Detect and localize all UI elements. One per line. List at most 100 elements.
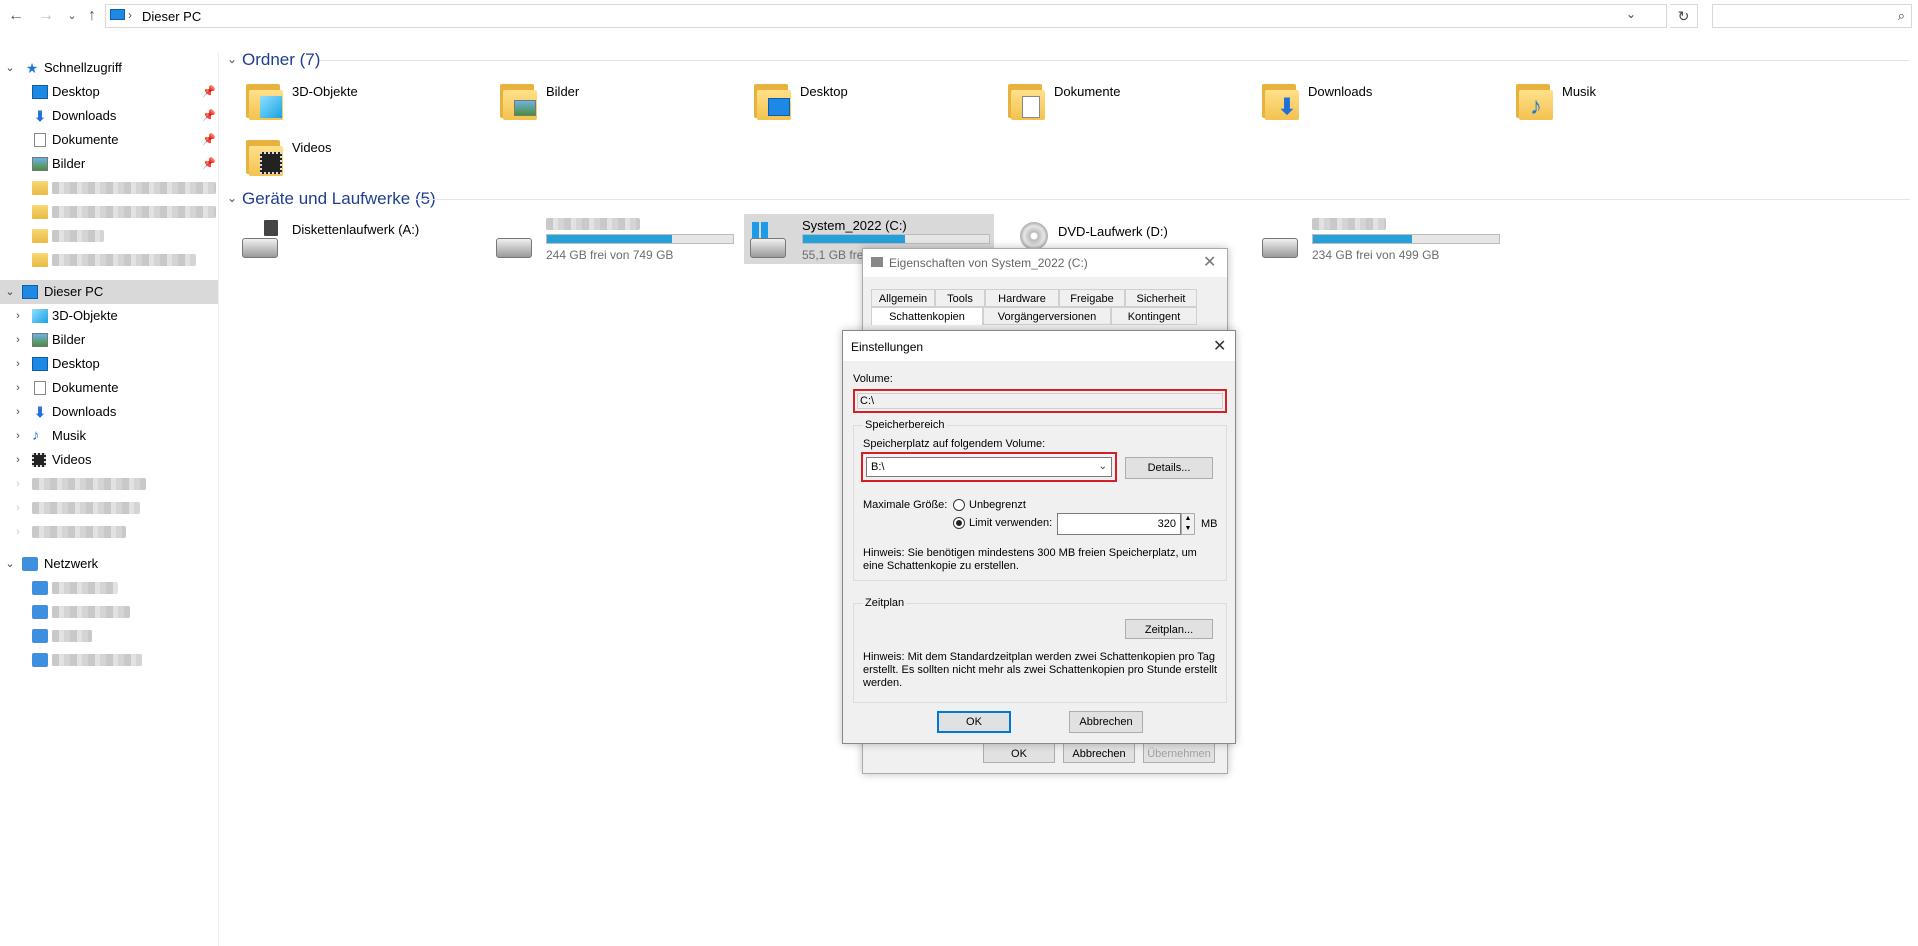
settings-cancel-button[interactable]: Abbrechen xyxy=(1069,711,1143,733)
tab-quota[interactable]: Kontingent xyxy=(1111,307,1197,325)
sidebar-item-downloads-pc[interactable]: › ⬇ Downloads xyxy=(0,400,218,424)
hard-drive-icon xyxy=(750,238,786,258)
sidebar-item-label: Bilder xyxy=(52,156,86,171)
expand-chevron-icon[interactable]: › xyxy=(12,448,24,472)
details-button[interactable]: Details... xyxy=(1125,457,1213,479)
redacted-label xyxy=(52,182,216,194)
sidebar-item-network-redacted[interactable] xyxy=(0,576,218,600)
sidebar-item-network-redacted[interactable] xyxy=(0,648,218,672)
sidebar-item-network-redacted[interactable] xyxy=(0,600,218,624)
sidebar-item-redacted[interactable] xyxy=(0,248,218,272)
sidebar-item-this-pc[interactable]: ⌄ Dieser PC xyxy=(0,280,218,304)
close-icon[interactable]: ✕ xyxy=(1203,252,1216,272)
sidebar-item-documents[interactable]: Dokumente 📌 xyxy=(0,128,218,152)
folder-music-icon: ♪ xyxy=(1516,80,1553,120)
folders-section-header[interactable]: Ordner (7) xyxy=(242,50,320,70)
collapse-chevron-icon[interactable]: ⌄ xyxy=(227,52,237,66)
expand-chevron-icon[interactable]: › xyxy=(12,400,24,424)
title-bar: ← → ⌄ ↑ › Dieser PC ⌄ ↻ ⌕ xyxy=(0,0,1918,32)
sidebar-item-pictures[interactable]: Bilder 📌 xyxy=(0,152,218,176)
address-bar[interactable]: › Dieser PC ⌄ xyxy=(105,4,1667,28)
sidebar-item-videos[interactable]: › Videos xyxy=(0,448,218,472)
drive-usage-fill xyxy=(1313,235,1412,243)
tab-previous-versions[interactable]: Vorgängerversionen xyxy=(983,307,1111,325)
drives-section-header[interactable]: Geräte und Laufwerke (5) xyxy=(242,189,436,209)
address-dropdown-icon[interactable]: ⌄ xyxy=(1626,7,1636,21)
refresh-button[interactable]: ↻ xyxy=(1670,4,1698,28)
sidebar-item-downloads[interactable]: ⬇ Downloads 📌 xyxy=(0,104,218,128)
sidebar-item-3d-objects[interactable]: › 3D-Objekte xyxy=(0,304,218,328)
sidebar-item-network[interactable]: ⌄ Netzwerk xyxy=(0,552,218,576)
sidebar-item-label: Desktop xyxy=(52,84,100,99)
pin-icon: 📌 xyxy=(202,158,216,170)
sidebar-item-label: 3D-Objekte xyxy=(52,308,118,323)
properties-ok-button[interactable]: OK xyxy=(983,743,1055,763)
sidebar-item-label: Videos xyxy=(52,452,92,467)
sidebar-item-pictures-pc[interactable]: › Bilder xyxy=(0,328,218,352)
tab-sharing[interactable]: Freigabe xyxy=(1059,289,1125,307)
limit-value-input[interactable]: 320 xyxy=(1057,513,1181,535)
expand-chevron-icon[interactable]: › xyxy=(12,424,24,448)
tab-shadow-copies[interactable]: Schattenkopien xyxy=(871,307,983,325)
forward-button[interactable]: → xyxy=(36,6,56,26)
sidebar-item-redacted[interactable] xyxy=(0,200,218,224)
sidebar-item-documents-pc[interactable]: › Dokumente xyxy=(0,376,218,400)
drive-tile-redacted[interactable]: 234 GB frei von 499 GB xyxy=(1262,214,1502,262)
up-button[interactable]: ↑ xyxy=(82,6,102,26)
expand-chevron-icon[interactable]: › xyxy=(12,472,24,496)
sidebar-item-quick-access[interactable]: ⌄ ★ Schnellzugriff xyxy=(0,56,218,80)
settings-ok-button[interactable]: OK xyxy=(937,711,1011,733)
drive-tile-floppy[interactable]: Diskettenlaufwerk (A:) xyxy=(242,218,482,258)
limit-spinner[interactable]: ▲ ▼ xyxy=(1181,513,1195,535)
sidebar-item-music[interactable]: › ♪ Musik xyxy=(0,424,218,448)
sidebar-item-drive-redacted[interactable]: › xyxy=(0,496,218,520)
search-input[interactable]: ⌕ xyxy=(1712,4,1912,28)
spin-down-icon[interactable]: ▼ xyxy=(1182,524,1194,534)
folder-label: Desktop xyxy=(800,84,848,99)
music-icon: ♪ xyxy=(32,427,40,444)
recent-locations-button[interactable]: ⌄ xyxy=(62,6,82,26)
expand-chevron-icon[interactable]: › xyxy=(12,352,24,376)
sidebar-item-drive-redacted[interactable]: › xyxy=(0,520,218,544)
expand-chevron-icon[interactable]: › xyxy=(12,304,24,328)
spin-up-icon[interactable]: ▲ xyxy=(1182,514,1194,524)
sidebar-item-desktop-pc[interactable]: › Desktop xyxy=(0,352,218,376)
tab-security[interactable]: Sicherheit xyxy=(1125,289,1197,307)
volume-field: C:\ xyxy=(857,393,1223,409)
tab-tools[interactable]: Tools xyxy=(935,289,985,307)
tab-general[interactable]: Allgemein xyxy=(871,289,935,307)
expand-chevron-icon[interactable]: › xyxy=(12,496,24,520)
collapse-chevron-icon[interactable]: ⌄ xyxy=(227,191,237,205)
expand-chevron-icon[interactable]: › xyxy=(12,376,24,400)
sidebar-item-redacted[interactable] xyxy=(0,224,218,248)
folder-desktop-icon xyxy=(754,80,791,120)
use-limit-label: Limit verwenden: xyxy=(969,517,1053,529)
hard-drive-icon xyxy=(1262,238,1298,258)
breadcrumb-this-pc[interactable]: Dieser PC xyxy=(142,9,201,24)
dvd-disc-icon xyxy=(1020,222,1048,250)
storage-volume-value: B:\ xyxy=(871,461,885,473)
unlimited-radio[interactable] xyxy=(953,499,965,511)
properties-cancel-button[interactable]: Abbrechen xyxy=(1063,743,1135,763)
close-icon[interactable]: ✕ xyxy=(1213,336,1226,356)
properties-apply-button[interactable]: Übernehmen xyxy=(1143,743,1215,763)
sidebar-item-desktop[interactable]: Desktop 📌 xyxy=(0,80,218,104)
tab-hardware[interactable]: Hardware xyxy=(985,289,1059,307)
folder-label: Videos xyxy=(292,140,332,155)
expand-chevron-icon[interactable]: ⌄ xyxy=(4,552,16,576)
back-button[interactable]: ← xyxy=(6,6,26,26)
pin-icon: 📌 xyxy=(202,110,216,122)
redacted-label xyxy=(52,606,130,618)
sidebar-item-network-redacted[interactable] xyxy=(0,624,218,648)
sidebar-item-drive-redacted[interactable]: › xyxy=(0,472,218,496)
drive-tile-redacted[interactable]: 244 GB frei von 749 GB xyxy=(496,214,736,262)
expand-chevron-icon[interactable]: › xyxy=(12,520,24,544)
sidebar-item-label: Desktop xyxy=(52,356,100,371)
schedule-button[interactable]: Zeitplan... xyxy=(1125,619,1213,639)
expand-chevron-icon[interactable]: ⌄ xyxy=(4,280,16,304)
expand-chevron-icon[interactable]: › xyxy=(12,328,24,352)
expand-chevron-icon[interactable]: ⌄ xyxy=(4,56,16,80)
use-limit-radio[interactable] xyxy=(953,517,965,529)
sidebar-item-redacted[interactable] xyxy=(0,176,218,200)
storage-volume-select[interactable]: B:\ ⌄ xyxy=(866,457,1112,477)
